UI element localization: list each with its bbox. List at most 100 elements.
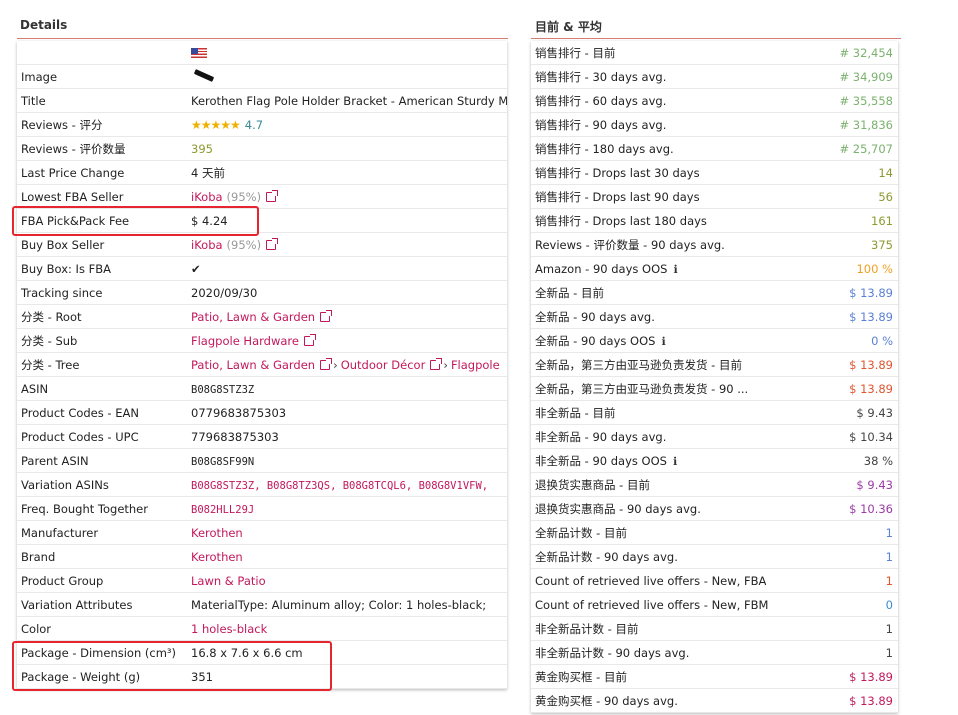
value-text[interactable]: B082HLL29J bbox=[191, 504, 254, 516]
external-link-icon[interactable] bbox=[266, 238, 279, 250]
product-thumbnail[interactable] bbox=[191, 68, 215, 82]
stat-label: 非全新品 - 目前 bbox=[531, 405, 615, 421]
stat-label: Count of retrieved live offers - New, FB… bbox=[531, 574, 766, 588]
detail-value[interactable]: Patio, Lawn & Garden › Outdoor Décor › Flagp… bbox=[191, 358, 507, 372]
stat-value: $ 13.89 bbox=[849, 309, 893, 324]
stat-row-3: 销售排行 - 60 days avg. # 35,558 bbox=[531, 89, 898, 113]
detail-value: 2020/09/30 bbox=[191, 286, 507, 300]
details-rows: Image Title Kerothen Flag Pole Holder Brac… bbox=[17, 65, 507, 689]
detail-value[interactable]: B08G8STZ3Z, B08G8TZ3QS, B08G8TCQL6, B08G… bbox=[191, 478, 507, 492]
stat-label: 全新品，第三方由亚马逊负责发货 - 目前 bbox=[531, 357, 742, 373]
stat-row-26: 非全新品计数 - 90 days avg. 1 bbox=[531, 641, 898, 665]
value-text[interactable]: Flagpole Hardware bbox=[191, 334, 299, 348]
detail-value[interactable]: Kerothen bbox=[191, 550, 507, 564]
value-text[interactable]: Patio, Lawn & Garden bbox=[191, 310, 315, 324]
value-text: 2020/09/30 bbox=[191, 285, 258, 300]
stat-label: 黄金购买框 - 目前 bbox=[531, 669, 627, 685]
stat-value: $ 13.89 bbox=[849, 381, 893, 396]
detail-value[interactable]: Lawn & Patio bbox=[191, 574, 507, 588]
detail-value[interactable]: iKoba (95%) bbox=[191, 238, 507, 252]
detail-value[interactable]: Flagpole Hardware bbox=[191, 334, 507, 348]
stat-label-text: 全新品 - 90 days avg. bbox=[535, 309, 655, 324]
detail-label: Reviews - 评分 bbox=[21, 117, 103, 132]
detail-value: ★★★★★ 4.7 bbox=[191, 118, 507, 132]
detail-label: Brand bbox=[21, 549, 56, 564]
category-link[interactable]: Outdoor Décor bbox=[341, 358, 426, 372]
detail-label: Tracking since bbox=[21, 285, 103, 300]
stat-row-17: 非全新品 - 90 days avg. $ 10.34 bbox=[531, 425, 898, 449]
info-icon[interactable]: ℹ bbox=[673, 263, 678, 276]
info-icon[interactable]: ℹ bbox=[661, 335, 666, 348]
external-link-icon[interactable] bbox=[266, 190, 279, 202]
stat-label-text: 黄金购买框 - 目前 bbox=[535, 669, 627, 684]
stat-label-text: 销售排行 - 90 days avg. bbox=[535, 117, 667, 132]
stat-label: Count of retrieved live offers - New, FB… bbox=[531, 598, 768, 612]
detail-row-buy-box-is-fba: Buy Box: Is FBA ✔ bbox=[17, 257, 507, 281]
detail-label: Last Price Change bbox=[21, 165, 125, 180]
stat-label-text: 退换货实惠商品 - 目前 bbox=[535, 477, 650, 492]
detail-value: 395 bbox=[191, 142, 507, 156]
value-text[interactable]: Lawn & Patio bbox=[191, 574, 266, 588]
stat-row-7: 销售排行 - Drops last 90 days 56 bbox=[531, 185, 898, 209]
stat-row-10: Amazon - 90 days OOS ℹ 100 % bbox=[531, 257, 898, 281]
stat-row-12: 全新品 - 90 days avg. $ 13.89 bbox=[531, 305, 898, 329]
detail-label: 分类 - Root bbox=[21, 309, 82, 324]
value-text[interactable]: 1 holes-black bbox=[191, 622, 267, 636]
stat-label-text: 销售排行 - Drops last 180 days bbox=[535, 213, 707, 228]
detail-label: Reviews - 评价数量 bbox=[21, 141, 126, 156]
external-link-icon[interactable] bbox=[430, 358, 443, 370]
detail-value[interactable]: 1 holes-black bbox=[191, 622, 507, 636]
stat-value: $ 13.89 bbox=[849, 357, 893, 372]
tree-separator: › bbox=[333, 357, 338, 372]
value-text[interactable]: B08G8STZ3Z, B08G8TZ3QS, B08G8TCQL6, B08G… bbox=[191, 480, 488, 492]
detail-row-asin: ASIN B08G8STZ3Z bbox=[17, 377, 507, 401]
detail-row-reviews: Reviews - 评价数量 395 bbox=[17, 137, 507, 161]
stat-label: 销售排行 - Drops last 30 days bbox=[531, 165, 700, 181]
current-avg-title: 目前 & 平均 bbox=[535, 20, 602, 34]
stat-value: 100 % bbox=[856, 261, 893, 276]
stat-label-text: 全新品 - 目前 bbox=[535, 285, 604, 300]
external-link-icon[interactable] bbox=[303, 334, 316, 346]
detail-row-color: Color 1 holes-black bbox=[17, 617, 507, 641]
detail-row-product-group: Product Group Lawn & Patio bbox=[17, 569, 507, 593]
stat-label-text: Amazon - 90 days OOS bbox=[535, 261, 668, 276]
stat-value: 1 bbox=[885, 621, 893, 636]
stat-row-28: 黄金购买框 - 90 days avg. $ 13.89 bbox=[531, 689, 898, 713]
stat-label: 黄金购买框 - 90 days avg. bbox=[531, 693, 678, 709]
detail-row-brand: Brand Kerothen bbox=[17, 545, 507, 569]
stat-value: 0 bbox=[885, 597, 893, 612]
stat-label: 销售排行 - 90 days avg. bbox=[531, 117, 666, 133]
stat-label: 全新品计数 - 目前 bbox=[531, 525, 627, 541]
value-text[interactable]: iKoba bbox=[191, 238, 223, 252]
stat-label: 销售排行 - 180 days avg. bbox=[531, 141, 674, 157]
detail-value[interactable]: Kerothen bbox=[191, 526, 507, 540]
category-link[interactable]: Flagpole bbox=[451, 358, 500, 372]
detail-value[interactable]: B082HLL29J bbox=[191, 502, 507, 516]
category-link[interactable]: Patio, Lawn & Garden bbox=[191, 358, 315, 372]
stat-label-text: Count of retrieved live offers - New, FB… bbox=[535, 573, 767, 588]
external-link-icon[interactable] bbox=[320, 358, 333, 370]
highlight-package bbox=[12, 641, 332, 691]
value-text: 395 bbox=[191, 141, 213, 156]
stat-label: 全新品 - 90 days avg. bbox=[531, 309, 655, 325]
detail-label: Buy Box Seller bbox=[21, 237, 105, 252]
info-icon[interactable]: ℹ bbox=[673, 455, 678, 468]
value-text[interactable]: Kerothen bbox=[191, 550, 243, 564]
detail-value[interactable]: Patio, Lawn & Garden bbox=[191, 310, 507, 324]
stat-label: 退换货实惠商品 - 目前 bbox=[531, 477, 650, 493]
detail-value[interactable]: iKoba (95%) bbox=[191, 190, 507, 204]
external-link-icon[interactable] bbox=[320, 310, 333, 322]
value-text[interactable]: Kerothen bbox=[191, 526, 243, 540]
seller-percent: (95%) bbox=[226, 189, 262, 204]
stat-label-text: 销售排行 - 180 days avg. bbox=[535, 141, 674, 156]
value-text[interactable]: iKoba bbox=[191, 190, 223, 204]
stat-row-24: Count of retrieved live offers - New, FB… bbox=[531, 593, 898, 617]
stat-label: 全新品，第三方由亚马逊负责发货 - 90 ... bbox=[531, 381, 748, 397]
stat-row-4: 销售排行 - 90 days avg. # 31,836 bbox=[531, 113, 898, 137]
detail-label: Manufacturer bbox=[21, 525, 99, 540]
stat-value: $ 13.89 bbox=[849, 669, 893, 684]
detail-label: Product Codes - UPC bbox=[21, 429, 139, 444]
stat-value: # 34,909 bbox=[839, 69, 893, 84]
stat-value: $ 9.43 bbox=[856, 477, 893, 492]
stat-label-text: 全新品计数 - 目前 bbox=[535, 525, 627, 540]
